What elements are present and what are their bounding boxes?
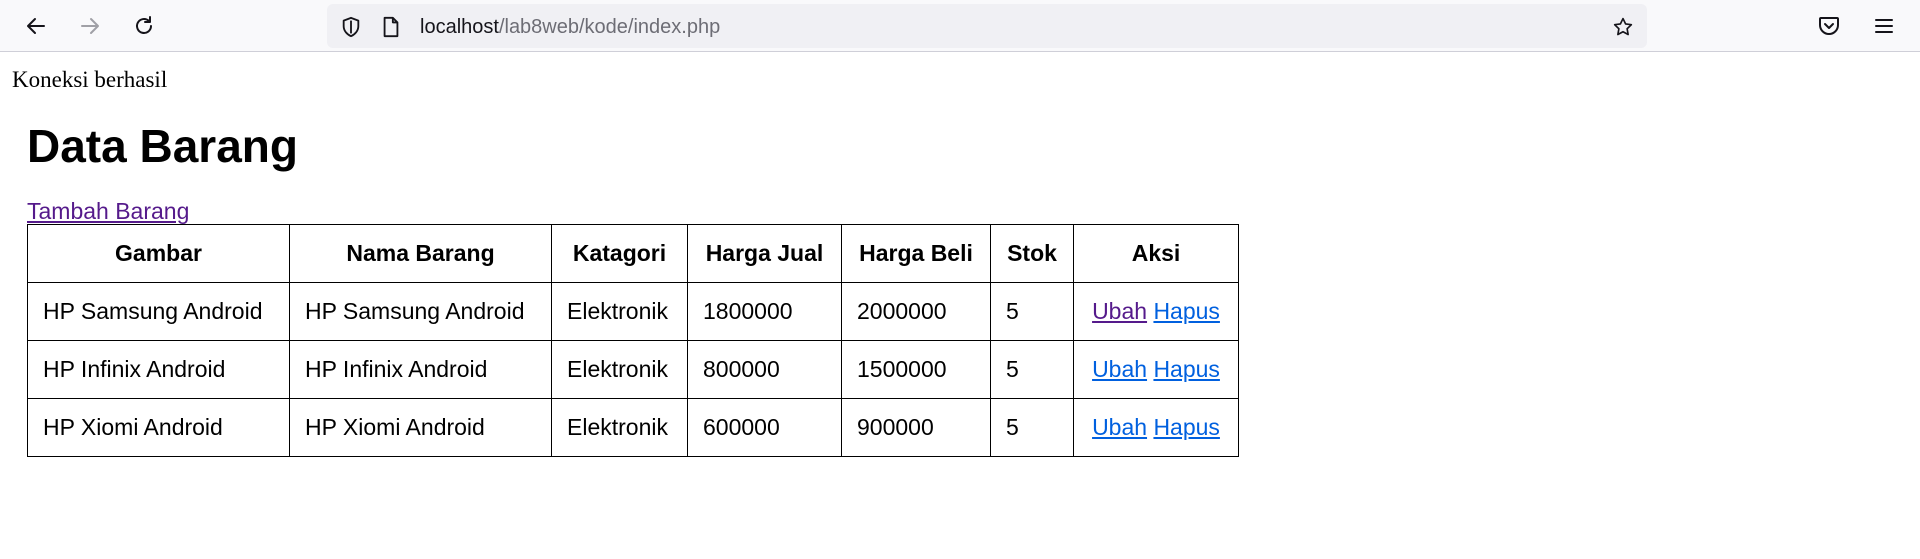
menu-button[interactable] bbox=[1866, 8, 1902, 44]
page-title: Data Barang bbox=[27, 120, 298, 172]
header-aksi: Aksi bbox=[1073, 224, 1239, 283]
cell-stok: 5 bbox=[990, 398, 1074, 457]
cell-gambar: HP Samsung Android bbox=[27, 282, 290, 341]
cell-harga-beli: 900000 bbox=[841, 398, 991, 457]
cell-kategori: Elektronik bbox=[551, 340, 688, 399]
hapus-link[interactable]: Hapus bbox=[1153, 356, 1219, 382]
page-icon[interactable] bbox=[380, 16, 402, 38]
hamburger-menu-icon bbox=[1872, 14, 1896, 38]
browser-toolbar: localhost/lab8web/kode/index.php bbox=[0, 0, 1920, 52]
table-header-row: Gambar Nama Barang Katagori Harga Jual H… bbox=[27, 224, 1239, 283]
back-button[interactable] bbox=[18, 8, 54, 44]
cell-kategori: Elektronik bbox=[551, 282, 688, 341]
cell-harga-beli: 1500000 bbox=[841, 340, 991, 399]
cell-harga-jual: 600000 bbox=[687, 398, 842, 457]
header-harga-jual: Harga Jual bbox=[687, 224, 842, 283]
add-item-link[interactable]: Tambah Barang bbox=[27, 199, 189, 223]
pocket-icon bbox=[1817, 14, 1841, 38]
forward-button[interactable] bbox=[72, 8, 108, 44]
hapus-link[interactable]: Hapus bbox=[1153, 298, 1219, 324]
cell-harga-beli: 2000000 bbox=[841, 282, 991, 341]
main-container: Data Barang Tambah Barang Gambar Nama Ba… bbox=[27, 120, 1239, 457]
header-nama-barang: Nama Barang bbox=[289, 224, 552, 283]
cell-nama-barang: HP Xiomi Android bbox=[289, 398, 552, 457]
cell-aksi: Ubah Hapus bbox=[1073, 282, 1239, 341]
url-text[interactable]: localhost/lab8web/kode/index.php bbox=[420, 15, 720, 39]
url-host: localhost bbox=[420, 16, 499, 38]
header-kategori: Katagori bbox=[551, 224, 688, 283]
table-row: HP Infinix Android HP Infinix Android El… bbox=[27, 340, 1239, 399]
cell-nama-barang: HP Samsung Android bbox=[289, 282, 552, 341]
page-content: Koneksi berhasil Data Barang Tambah Bara… bbox=[0, 53, 1920, 559]
cell-harga-jual: 1800000 bbox=[687, 282, 842, 341]
url-path: /lab8web/kode/index.php bbox=[498, 16, 721, 38]
cell-stok: 5 bbox=[990, 282, 1074, 341]
ubah-link[interactable]: Ubah bbox=[1092, 298, 1147, 324]
hapus-link[interactable]: Hapus bbox=[1153, 414, 1219, 440]
table-row: HP Samsung Android HP Samsung Android El… bbox=[27, 282, 1239, 341]
cell-aksi: Ubah Hapus bbox=[1073, 340, 1239, 399]
cell-kategori: Elektronik bbox=[551, 398, 688, 457]
cell-harga-jual: 800000 bbox=[687, 340, 842, 399]
cell-aksi: Ubah Hapus bbox=[1073, 398, 1239, 457]
table-row: HP Xiomi Android HP Xiomi Android Elektr… bbox=[27, 398, 1239, 457]
ubah-link[interactable]: Ubah bbox=[1092, 356, 1147, 382]
header-stok: Stok bbox=[990, 224, 1074, 283]
items-table: Gambar Nama Barang Katagori Harga Jual H… bbox=[27, 224, 1239, 457]
cell-stok: 5 bbox=[990, 340, 1074, 399]
pocket-button[interactable] bbox=[1811, 8, 1847, 44]
arrow-left-icon bbox=[24, 14, 48, 38]
header-gambar: Gambar bbox=[27, 224, 290, 283]
connection-status: Koneksi berhasil bbox=[12, 67, 168, 92]
shield-icon[interactable] bbox=[340, 16, 362, 38]
reload-icon bbox=[132, 14, 156, 38]
header-harga-beli: Harga Beli bbox=[841, 224, 991, 283]
cell-gambar: HP Xiomi Android bbox=[27, 398, 290, 457]
address-bar[interactable]: localhost/lab8web/kode/index.php bbox=[327, 4, 1647, 48]
cell-nama-barang: HP Infinix Android bbox=[289, 340, 552, 399]
ubah-link[interactable]: Ubah bbox=[1092, 414, 1147, 440]
cell-gambar: HP Infinix Android bbox=[27, 340, 290, 399]
star-icon[interactable] bbox=[1612, 16, 1634, 38]
arrow-right-icon bbox=[78, 14, 102, 38]
reload-button[interactable] bbox=[126, 8, 162, 44]
